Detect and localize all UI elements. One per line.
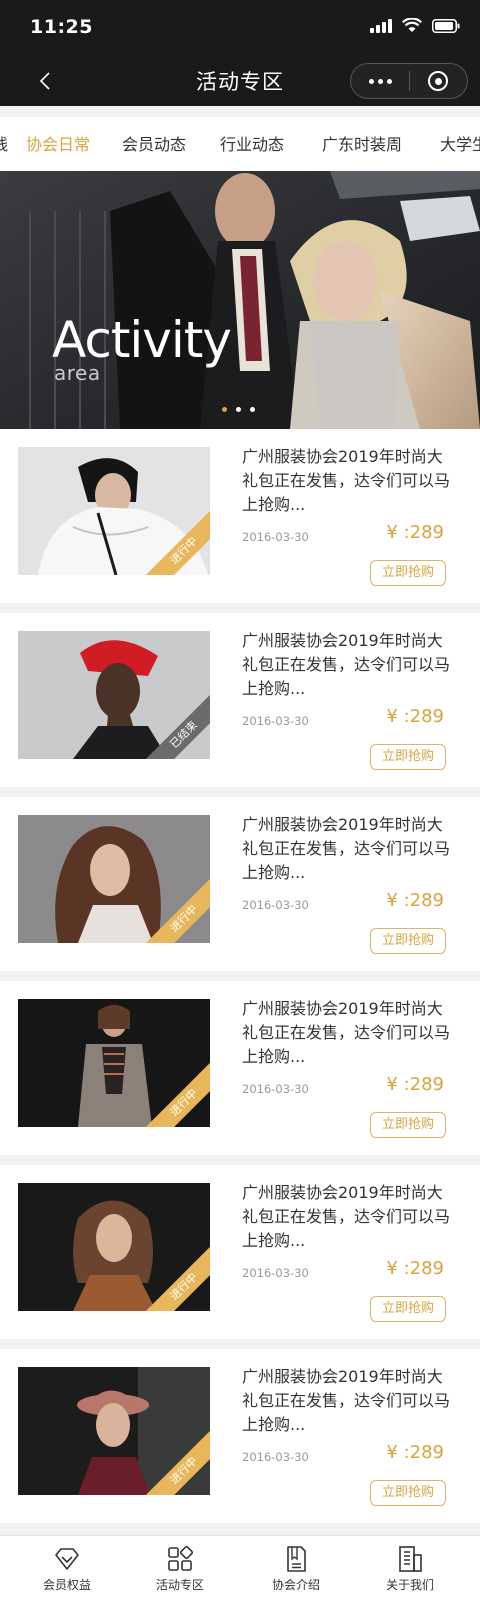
- category-tabs: 线 协会日常 会员动态 行业动态 广东时装周 大学生: [0, 117, 480, 171]
- more-dot-icon: [368, 78, 374, 84]
- tabbar-label: 协会介绍: [271, 1578, 320, 1592]
- tabbar-item-about-us[interactable]: 关于我们: [360, 1544, 460, 1593]
- carousel-dot[interactable]: [250, 407, 255, 412]
- more-dot-icon: [377, 78, 383, 84]
- card-price: ¥ :289: [386, 1442, 444, 1463]
- card-price: ¥ :289: [386, 890, 444, 911]
- card-date: 2016-03-30: [242, 1266, 309, 1280]
- carousel-dot[interactable]: [236, 407, 241, 412]
- tabbar-label: 活动专区: [155, 1578, 204, 1592]
- activity-card[interactable]: 进行中 广州服装协会2019年时尚大礼包正在发售，达令们可以马上抢购... 20…: [0, 1165, 480, 1339]
- buy-now-button[interactable]: 立即抢购: [370, 560, 446, 586]
- activity-thumbnail[interactable]: 进行中: [18, 815, 210, 943]
- card-title: 广州服装协会2019年时尚大礼包正在发售，达令们可以马上抢购...: [242, 631, 451, 698]
- tab-member-news[interactable]: 会员动态: [122, 131, 186, 155]
- card-price: ¥ :289: [386, 1074, 444, 1095]
- building-icon: [399, 1546, 422, 1572]
- tab-fashion-week[interactable]: 广东时装周: [322, 131, 402, 155]
- carousel-indicator: [222, 407, 255, 412]
- signal-icon: [370, 18, 392, 33]
- card-date: 2016-03-30: [242, 898, 309, 912]
- tabbar-label: 关于我们: [385, 1578, 434, 1592]
- more-dot-icon: [386, 78, 392, 84]
- more-button[interactable]: [351, 64, 409, 98]
- miniprogram-capsule: [350, 63, 468, 99]
- card-date: 2016-03-30: [242, 714, 309, 728]
- card-title: 广州服装协会2019年时尚大礼包正在发售，达令们可以马上抢购...: [242, 1183, 451, 1250]
- card-price: ¥ :289: [386, 522, 444, 543]
- buy-now-button[interactable]: 立即抢购: [370, 1480, 446, 1506]
- banner-carousel[interactable]: Activity area: [0, 171, 480, 429]
- buy-now-button[interactable]: 立即抢购: [370, 744, 446, 770]
- activity-thumbnail[interactable]: 进行中: [18, 447, 210, 575]
- activity-thumbnail[interactable]: 进行中: [18, 1183, 210, 1311]
- card-price: ¥ :289: [386, 1258, 444, 1279]
- tab-daily[interactable]: 协会日常: [26, 131, 90, 155]
- tabbar-label: 会员权益: [42, 1578, 91, 1592]
- card-title: 广州服装协会2019年时尚大礼包正在发售，达令们可以马上抢购...: [242, 815, 451, 882]
- back-button[interactable]: [28, 64, 62, 98]
- document-icon: [287, 1546, 306, 1572]
- battery-icon: [432, 18, 460, 33]
- target-icon: [428, 71, 449, 91]
- card-title: 广州服装协会2019年时尚大礼包正在发售，达令们可以马上抢购...: [242, 1367, 451, 1434]
- activity-card[interactable]: 进行中 广州服装协会2019年时尚大礼包正在发售，达令们可以马上抢购... 20…: [0, 429, 480, 603]
- card-title: 广州服装协会2019年时尚大礼包正在发售，达令们可以马上抢购...: [242, 999, 451, 1066]
- activity-thumbnail[interactable]: 进行中: [18, 1367, 210, 1495]
- buy-now-button[interactable]: 立即抢购: [370, 1112, 446, 1138]
- status-time: 11:25: [30, 16, 93, 38]
- nav-bar: 活动专区: [0, 56, 480, 106]
- tab-students[interactable]: 大学生: [440, 131, 480, 155]
- buy-now-button[interactable]: 立即抢购: [370, 928, 446, 954]
- tabbar-item-activities[interactable]: 活动专区: [130, 1544, 230, 1593]
- tab-partial-left[interactable]: 线: [0, 131, 8, 155]
- tabbar-item-association-intro[interactable]: 协会介绍: [246, 1544, 346, 1593]
- wifi-icon: [402, 18, 422, 32]
- activity-card[interactable]: 已结束 广州服装协会2019年时尚大礼包正在发售，达令们可以马上抢购... 20…: [0, 613, 480, 787]
- activity-thumbnail[interactable]: 已结束: [18, 631, 210, 759]
- diamond-icon: [55, 1548, 79, 1570]
- banner-photo: [0, 171, 480, 429]
- close-miniprogram-button[interactable]: [410, 64, 467, 98]
- status-icons: [370, 18, 460, 33]
- card-date: 2016-03-30: [242, 1450, 309, 1464]
- activity-card[interactable]: 进行中 广州服装协会2019年时尚大礼包正在发售，达令们可以马上抢购... 20…: [0, 981, 480, 1155]
- buy-now-button[interactable]: 立即抢购: [370, 1296, 446, 1322]
- tab-industry-news[interactable]: 行业动态: [220, 131, 284, 155]
- bottom-tab-bar: 会员权益 活动专区 协会介绍 关于我们: [0, 1535, 480, 1600]
- activity-card[interactable]: 进行中 广州服装协会2019年时尚大礼包正在发售，达令们可以马上抢购... 20…: [0, 1349, 480, 1523]
- tabbar-item-member-benefits[interactable]: 会员权益: [17, 1544, 117, 1593]
- card-date: 2016-03-30: [242, 1082, 309, 1096]
- grid-icon: [168, 1545, 194, 1571]
- carousel-dot-active[interactable]: [222, 407, 227, 412]
- chevron-left-icon: [39, 72, 50, 90]
- activity-thumbnail[interactable]: 进行中: [18, 999, 210, 1127]
- status-bar: 11:25: [0, 0, 480, 56]
- activity-card[interactable]: 进行中 广州服装协会2019年时尚大礼包正在发售，达令们可以马上抢购... 20…: [0, 797, 480, 971]
- card-price: ¥ :289: [386, 706, 444, 727]
- card-title: 广州服装协会2019年时尚大礼包正在发售，达令们可以马上抢购...: [242, 447, 451, 514]
- card-date: 2016-03-30: [242, 530, 309, 544]
- banner-subtitle: area: [54, 361, 101, 385]
